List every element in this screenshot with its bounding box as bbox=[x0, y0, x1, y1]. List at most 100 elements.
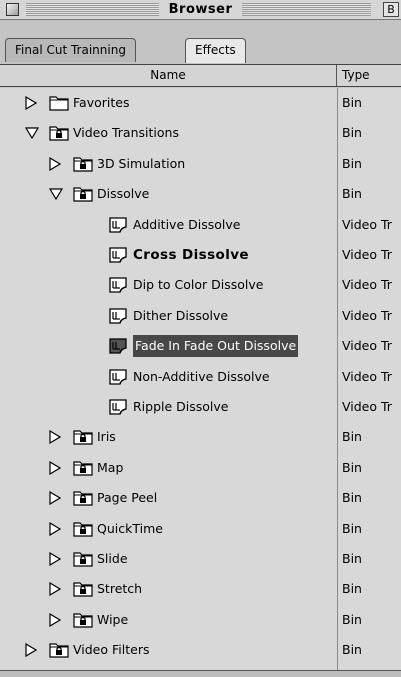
window-title: Browser bbox=[158, 1, 243, 19]
transition-item[interactable]: Dip to Color Dissolve Video Tr bbox=[0, 270, 401, 300]
row-name: Cross Dissolve bbox=[133, 247, 249, 263]
row-name: Iris bbox=[97, 429, 116, 445]
locked-bin-icon bbox=[49, 124, 69, 141]
zoom-box[interactable]: B bbox=[383, 2, 399, 17]
locked-bin-icon bbox=[73, 611, 93, 628]
row-name: Additive Dissolve bbox=[133, 216, 241, 232]
row-name: Video Transitions bbox=[73, 125, 179, 141]
row-type: Bin bbox=[342, 155, 362, 171]
tab-effects[interactable]: Effects bbox=[185, 38, 246, 63]
transition-item[interactable]: Additive Dissolve Video Tr bbox=[0, 210, 401, 240]
row-name: Dither Dissolve bbox=[133, 307, 229, 323]
row-type: Video Tr bbox=[342, 247, 392, 262]
row-name: Ripple Dissolve bbox=[133, 399, 229, 414]
row-name: Page Peel bbox=[97, 490, 158, 506]
disclosure-triangle-collapsed-icon[interactable] bbox=[49, 551, 62, 567]
disclosure-triangle-collapsed-icon[interactable] bbox=[49, 612, 62, 627]
row-type: Bin bbox=[342, 459, 362, 475]
folder-icon bbox=[49, 94, 69, 111]
transition-icon bbox=[108, 368, 128, 385]
close-box[interactable] bbox=[6, 3, 19, 16]
row-type: Bin bbox=[342, 125, 362, 141]
disclosure-triangle-collapsed-icon[interactable] bbox=[49, 521, 62, 536]
locked-bin-icon bbox=[73, 489, 93, 506]
column-type-header[interactable]: Type bbox=[342, 65, 370, 86]
row-type: Bin bbox=[342, 186, 362, 202]
disclosure-triangle-expanded-icon[interactable] bbox=[24, 127, 40, 141]
locked-bin-icon bbox=[49, 641, 69, 658]
transition-item[interactable]: Fade In Fade Out Dissolve Video Tr bbox=[0, 331, 401, 361]
row-name: Map bbox=[97, 459, 124, 475]
row-type: Bin bbox=[342, 551, 362, 566]
row-name: Favorites bbox=[73, 95, 130, 110]
transition-item[interactable]: Ripple Dissolve Video Tr bbox=[0, 392, 401, 422]
row-type: Bin bbox=[342, 520, 362, 536]
bin-row[interactable]: 3D Simulation Bin bbox=[0, 149, 401, 179]
bin-row[interactable]: Video Transitions Bin bbox=[0, 118, 401, 148]
disclosure-triangle-expanded-icon[interactable] bbox=[48, 188, 64, 202]
locked-bin-icon bbox=[73, 520, 93, 537]
disclosure-triangle-collapsed-icon[interactable] bbox=[49, 430, 62, 445]
column-header: Name Type bbox=[0, 64, 401, 87]
transition-item[interactable]: Non-Additive Dissolve Video Tr bbox=[0, 362, 401, 392]
locked-bin-icon bbox=[73, 580, 93, 597]
row-name: Fade In Fade Out Dissolve bbox=[133, 335, 299, 358]
transition-item[interactable]: Cross Dissolve Video Tr bbox=[0, 240, 401, 270]
row-name: QuickTime bbox=[97, 520, 163, 536]
bin-row[interactable]: Map Bin bbox=[0, 453, 401, 483]
bin-row[interactable]: Wipe Bin bbox=[0, 605, 401, 635]
bin-row[interactable]: Favorites Bin bbox=[0, 88, 401, 118]
bin-row[interactable]: Page Peel Bin bbox=[0, 483, 401, 513]
row-type: Bin bbox=[342, 95, 362, 110]
disclosure-triangle-collapsed-icon[interactable] bbox=[25, 95, 38, 111]
row-name: Stretch bbox=[97, 581, 143, 597]
disclosure-triangle-collapsed-icon[interactable] bbox=[49, 156, 62, 171]
effects-list: Favorites Bin Video Transitions Bin 3D Simul… bbox=[0, 88, 401, 677]
bin-row[interactable]: Slide Bin bbox=[0, 544, 401, 574]
disclosure-triangle-collapsed-icon[interactable] bbox=[25, 643, 38, 658]
tab-final-cut-trainning[interactable]: Final Cut Trainning bbox=[5, 38, 136, 62]
horizontal-scrollbar[interactable] bbox=[0, 670, 401, 677]
row-name: Wipe bbox=[97, 611, 129, 627]
row-type: Video Tr bbox=[342, 216, 392, 232]
bin-row[interactable]: Iris Bin bbox=[0, 422, 401, 452]
transition-icon bbox=[108, 337, 128, 354]
row-type: Bin bbox=[342, 429, 362, 445]
transition-icon bbox=[108, 398, 128, 415]
locked-bin-icon bbox=[73, 428, 93, 445]
row-name: Slide bbox=[97, 551, 128, 566]
column-name-header[interactable]: Name bbox=[0, 65, 337, 86]
disclosure-triangle-collapsed-icon[interactable] bbox=[49, 582, 62, 597]
row-name: Non-Additive Dissolve bbox=[133, 368, 270, 384]
row-type: Video Tr bbox=[342, 368, 392, 384]
title-bar[interactable]: Browser B bbox=[0, 0, 401, 20]
row-type: Video Tr bbox=[342, 399, 392, 414]
disclosure-triangle-collapsed-icon[interactable] bbox=[49, 491, 62, 506]
locked-bin-icon bbox=[73, 185, 93, 202]
transition-icon bbox=[108, 246, 128, 263]
disclosure-triangle-collapsed-icon[interactable] bbox=[49, 460, 62, 475]
row-name: Video Filters bbox=[73, 642, 150, 658]
row-name: 3D Simulation bbox=[97, 155, 186, 171]
transition-icon bbox=[108, 276, 128, 294]
bin-row[interactable]: Dissolve Bin bbox=[0, 179, 401, 209]
row-type: Bin bbox=[342, 490, 362, 506]
row-type: Bin bbox=[342, 642, 362, 658]
transition-item[interactable]: Dither Dissolve Video Tr bbox=[0, 301, 401, 331]
transition-icon bbox=[108, 216, 128, 233]
row-name: Dip to Color Dissolve bbox=[133, 277, 264, 293]
locked-bin-icon bbox=[73, 550, 93, 567]
row-type: Bin bbox=[342, 611, 362, 627]
tab-bar: Final Cut Trainning Effects bbox=[0, 20, 401, 66]
row-type: Video Tr bbox=[342, 277, 392, 293]
bin-row[interactable]: Video Filters Bin bbox=[0, 635, 401, 665]
transition-icon bbox=[108, 307, 128, 324]
row-name: Dissolve bbox=[97, 186, 150, 202]
row-type: Bin bbox=[342, 581, 362, 597]
locked-bin-icon bbox=[73, 459, 93, 476]
bin-row[interactable]: Stretch Bin bbox=[0, 574, 401, 604]
row-type: Video Tr bbox=[342, 338, 392, 354]
row-type: Video Tr bbox=[342, 307, 392, 323]
locked-bin-icon bbox=[73, 155, 93, 172]
bin-row[interactable]: QuickTime Bin bbox=[0, 514, 401, 544]
